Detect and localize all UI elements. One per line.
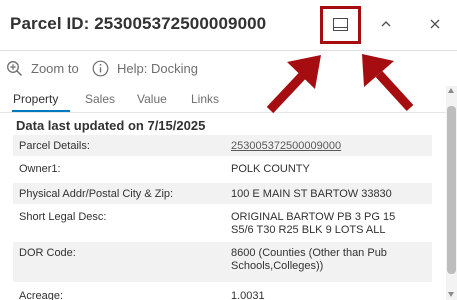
table-row: Physical Addr/Postal City & Zip: 100 E M… (13, 182, 432, 206)
tab-links[interactable]: Links (191, 92, 219, 106)
attribute-key: Owner1: (13, 157, 225, 183)
zoom-in-icon (7, 60, 22, 76)
table-row: Owner1: POLK COUNTY (13, 157, 432, 183)
help-docking-button[interactable]: Help: Docking (92, 59, 198, 77)
value-line: 8600 (Counties (Other than Pub (231, 247, 387, 259)
dock-bottom-icon[interactable] (333, 18, 348, 31)
attribute-value: ORIGINAL BARTOW PB 3 PG 15 S5/6 T30 R25 … (225, 205, 432, 242)
attribute-table: Parcel Details: 253005372500009000 Owner… (13, 135, 432, 300)
popup-title: Parcel ID: 253005372500009000 (10, 14, 267, 33)
close-icon[interactable] (426, 14, 444, 34)
attribute-value: 253005372500009000 (225, 135, 432, 158)
table-row: Short Legal Desc: ORIGINAL BARTOW PB 3 P… (13, 205, 432, 242)
close-button[interactable] (426, 14, 444, 34)
vertical-scrollbar[interactable] (446, 86, 457, 300)
scrollbar-thumb[interactable] (447, 106, 456, 274)
value-line: ORIGINAL BARTOW PB 3 PG 15 (231, 211, 396, 223)
zoom-to-label: Zoom to (31, 60, 79, 76)
tab-sales[interactable]: Sales (85, 92, 115, 106)
popup-header: Parcel ID: 253005372500009000 (0, 0, 457, 50)
info-icon (92, 60, 109, 76)
tab-property[interactable]: Property (13, 92, 58, 106)
value-line: S5/6 T30 R25 BLK 9 LOTS ALL (231, 224, 386, 236)
dock-button-highlight[interactable] (320, 6, 361, 44)
attribute-value: 100 E MAIN ST BARTOW 33830 (225, 182, 432, 206)
attribute-key: DOR Code: (13, 241, 225, 284)
attribute-key: Acreage: (13, 283, 225, 300)
popup-content: Data last updated on 7/15/2025 Parcel De… (0, 113, 446, 300)
popup-toolbar: Zoom to Help: Docking (0, 50, 457, 84)
attribute-value: POLK COUNTY (225, 157, 432, 183)
attribute-value: 8600 (Counties (Other than Pub Schools,C… (225, 241, 432, 284)
attribute-key: Parcel Details: (13, 135, 225, 158)
table-row: DOR Code: 8600 (Counties (Other than Pub… (13, 241, 432, 284)
table-row: Parcel Details: 253005372500009000 (13, 135, 432, 158)
zoom-to-button[interactable]: Zoom to (6, 59, 79, 77)
scroll-down-arrow-icon[interactable] (448, 292, 454, 297)
tab-value[interactable]: Value (137, 92, 167, 106)
attribute-key: Short Legal Desc: (13, 205, 225, 242)
value-line: Schools,Colleges)) (231, 260, 324, 272)
attribute-value: 1.0031 (225, 283, 432, 300)
chevron-up-icon[interactable] (378, 14, 394, 34)
data-updated-heading: Data last updated on 7/15/2025 (16, 118, 206, 133)
table-row: Acreage: 1.0031 (13, 283, 432, 300)
attribute-key: Physical Addr/Postal City & Zip: (13, 182, 225, 206)
parcel-details-link[interactable]: 253005372500009000 (231, 140, 341, 152)
help-docking-label: Help: Docking (117, 60, 198, 76)
collapse-button[interactable] (378, 14, 394, 34)
scroll-up-arrow-icon[interactable] (448, 88, 454, 93)
